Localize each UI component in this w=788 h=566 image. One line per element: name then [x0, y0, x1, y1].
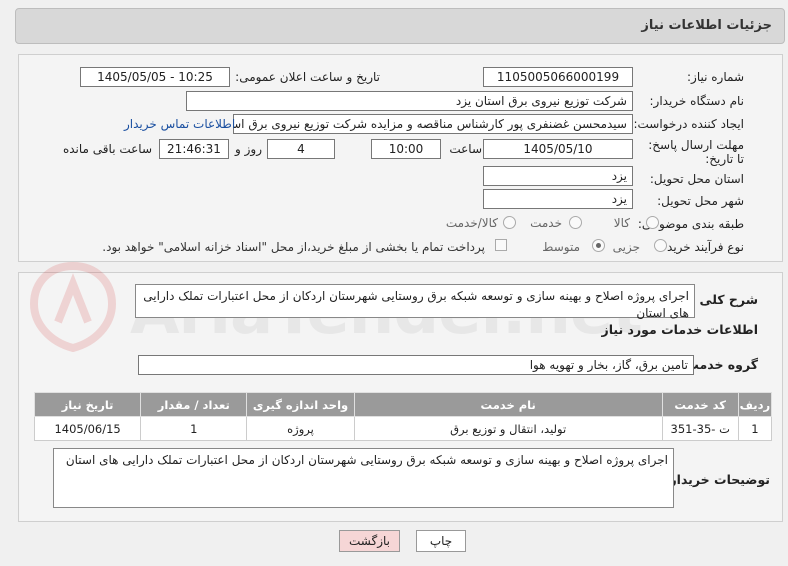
deadline-time-label: ساعت	[449, 142, 482, 156]
table-row[interactable]: 1 ت -35-351 تولید، انتقال و توزیع برق پر…	[33, 416, 773, 441]
category-radio-service[interactable]	[569, 216, 582, 229]
process-label: نوع فرآیند خرید :	[659, 240, 744, 254]
col-code-header: کد خدمت	[661, 392, 739, 417]
category-option-service: خدمت	[530, 216, 562, 230]
buyer-org-label: نام دستگاه خریدار:	[649, 94, 745, 108]
requester-label: ایجاد کننده درخواست:	[633, 117, 744, 131]
service-group-field[interactable]: تامین برق، گاز، بخار و تهویه هوا	[138, 355, 694, 375]
col-qty-header: تعداد / مقدار	[140, 392, 248, 417]
requester-field[interactable]: سیدمحسن غضنفری پور کارشناس مناقصه و مزای…	[233, 114, 633, 134]
buyer-org-field[interactable]: شرکت توزیع نیروی برق استان یزد	[186, 91, 633, 111]
city-field[interactable]: یزد	[483, 189, 633, 209]
deadline-label: مهلت ارسال پاسخ: تا تاریخ:	[648, 138, 744, 166]
cell-need-date: 1405/06/15	[33, 416, 142, 441]
panel-header: جزئیات اطلاعات نیاز	[15, 8, 785, 44]
remaining-time-field[interactable]: 21:46:31	[159, 139, 229, 159]
process-radio-minor[interactable]	[654, 239, 667, 252]
city-label: شهر محل تحویل:	[657, 194, 744, 208]
col-date-header: تاریخ نیاز	[33, 392, 142, 417]
deadline-date-field[interactable]: 1405/05/10	[483, 139, 633, 159]
cell-service-name: تولید، انتقال و توزیع برق	[353, 416, 663, 441]
services-table: ردیف کد خدمت نام خدمت واحد اندازه گیری ت…	[33, 392, 773, 441]
aria-tender-logo-icon	[28, 261, 118, 353]
category-radio-goods[interactable]	[646, 216, 659, 229]
treasury-checkbox[interactable]	[495, 239, 507, 251]
province-label: استان محل تحویل:	[649, 172, 744, 186]
cell-unit: پروژه	[246, 416, 355, 441]
need-number-field[interactable]: 1105005066000199	[483, 67, 633, 87]
announce-datetime-label: تاریخ و ساعت اعلان عمومی:	[235, 70, 380, 84]
cell-row-number: 1	[737, 416, 773, 441]
cell-service-code: ت -35-351	[661, 416, 739, 441]
services-table-header: ردیف کد خدمت نام خدمت واحد اندازه گیری ت…	[33, 392, 773, 417]
process-radio-medium[interactable]	[592, 239, 605, 252]
days-label: روز و	[235, 142, 262, 156]
services-table-wrap: ردیف کد خدمت نام خدمت واحد اندازه گیری ت…	[33, 392, 773, 441]
announce-datetime-field[interactable]: 1405/05/05 - 10:25	[80, 67, 230, 87]
remaining-days-field[interactable]: 4	[267, 139, 335, 159]
category-option-goods-service: کالا/خدمت	[445, 216, 498, 230]
back-button[interactable]: بازگشت	[339, 530, 400, 552]
treasury-note: پرداخت تمام یا بخشی از مبلغ خرید،از محل …	[102, 240, 485, 254]
col-name-header: نام خدمت	[353, 392, 663, 417]
category-option-goods: کالا	[613, 216, 630, 230]
category-radio-goods-service[interactable]	[503, 216, 516, 229]
cell-quantity: 1	[140, 416, 248, 441]
process-option-medium: متوسط	[542, 240, 580, 254]
buyer-contact-link[interactable]: اطلاعات تماس خریدار	[124, 117, 235, 131]
deadline-time-field[interactable]: 10:00	[371, 139, 441, 159]
buyer-notes-label: توضیحات خریدار:	[664, 472, 770, 487]
page-title: جزئیات اطلاعات نیاز	[641, 18, 772, 33]
services-title: اطلاعات خدمات مورد نیاز	[601, 322, 759, 337]
summary-field[interactable]: اجرای پروژه اصلاح و بهینه سازی و توسعه ش…	[135, 284, 695, 320]
province-field[interactable]: یزد	[483, 166, 633, 186]
col-row-header: ردیف	[737, 392, 773, 417]
buyer-notes-field[interactable]: اجرای پروژه اصلاح و بهینه سازی و توسعه ش…	[53, 448, 674, 508]
remaining-label: ساعت باقی مانده	[62, 142, 152, 156]
col-unit-header: واحد اندازه گیری	[246, 392, 355, 417]
process-option-minor: جزیی	[612, 240, 640, 254]
need-number-label: شماره نیاز:	[687, 70, 744, 84]
print-button[interactable]: چاپ	[416, 530, 466, 552]
